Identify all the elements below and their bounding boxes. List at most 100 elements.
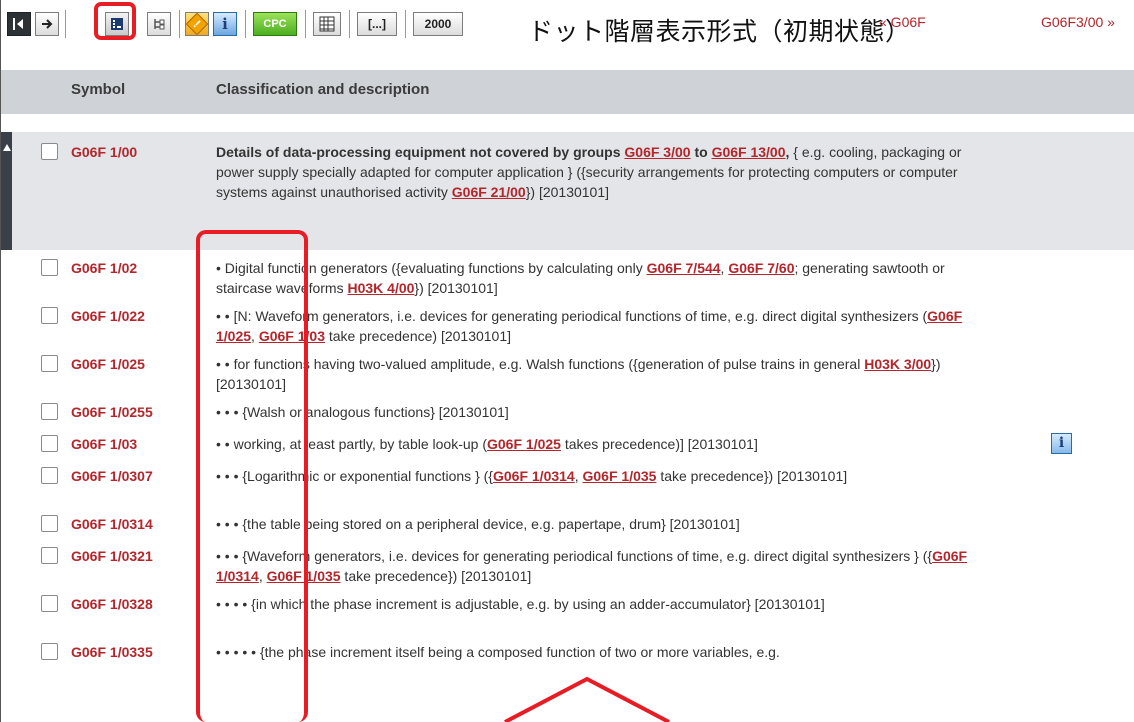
arrow-right-icon bbox=[42, 19, 53, 29]
description-text: • • • {Waveform generators, i.e. devices… bbox=[216, 548, 933, 564]
classification-symbol-link[interactable]: G06F 1/0307 bbox=[71, 468, 153, 484]
classification-symbol-link[interactable]: G06F 1/025 bbox=[71, 356, 145, 372]
reference-link[interactable]: G06F 1/025 bbox=[487, 436, 561, 452]
reference-link[interactable]: G06F 7/544 bbox=[647, 260, 721, 276]
classification-symbol-link[interactable]: G06F 1/0255 bbox=[71, 404, 153, 420]
reference-link[interactable]: G06F 1/035 bbox=[583, 468, 657, 484]
year-label: 2000 bbox=[424, 17, 452, 31]
reference-link[interactable]: G06F 1/035 bbox=[267, 568, 341, 584]
collapse-button[interactable] bbox=[7, 12, 31, 36]
table-row[interactable]: G06F 1/022 • • [N: Waveform generators, i… bbox=[1, 298, 1134, 346]
table-header: Symbol Classification and description bbox=[0, 70, 1134, 114]
classification-description: • • • • {in which the phase increment is… bbox=[216, 594, 994, 614]
info-icon[interactable]: i bbox=[1051, 433, 1072, 454]
row-checkbox[interactable] bbox=[41, 403, 58, 420]
description-text: take precedence}) [20130101] bbox=[656, 468, 848, 484]
classification-symbol-link[interactable]: G06F 1/0335 bbox=[71, 644, 153, 660]
classification-symbol-link[interactable]: G06F 1/02 bbox=[71, 260, 137, 276]
table-row[interactable]: G06F 1/0335 • • • • • {the phase incremen… bbox=[1, 634, 1134, 674]
row-checkbox[interactable] bbox=[41, 307, 58, 324]
symbol-column-header[interactable]: Symbol bbox=[71, 81, 125, 98]
classification-symbol-link[interactable]: G06F 1/00 bbox=[71, 144, 137, 160]
toolbar-separator bbox=[65, 10, 66, 38]
table-row[interactable]: G06F 1/00 Details of data-processing equi… bbox=[1, 132, 1134, 250]
reference-link[interactable]: G06F 7/60 bbox=[728, 260, 794, 276]
next-arrow-button[interactable] bbox=[35, 12, 59, 36]
description-text: • • [N: Waveform generators, i.e. device… bbox=[216, 308, 928, 324]
reference-link[interactable]: H03K 4/00 bbox=[347, 280, 414, 296]
toolbar-separator bbox=[349, 10, 350, 38]
classification-symbol-link[interactable]: G06F 1/0328 bbox=[71, 596, 153, 612]
classification-description: • • • • • {the phase increment itself be… bbox=[216, 642, 994, 662]
row-checkbox[interactable] bbox=[41, 467, 58, 484]
row-checkbox[interactable] bbox=[41, 355, 58, 372]
next-group-link[interactable]: G06F3/00 » bbox=[1041, 14, 1115, 30]
version-2000-button[interactable]: 2000 bbox=[413, 12, 463, 36]
description-text: }) [20130101] bbox=[525, 184, 610, 200]
table-row[interactable]: G06F 1/0321 • • • {Waveform generators, i… bbox=[1, 538, 1134, 586]
description-text: • • for functions having two-valued ampl… bbox=[216, 356, 865, 372]
description-column-header[interactable]: Classification and description bbox=[216, 81, 429, 98]
scroll-up-button[interactable] bbox=[1, 132, 12, 250]
classification-description: • • working, at least partly, by table l… bbox=[216, 434, 994, 454]
table-row[interactable]: G06F 1/0314 • • • {the table being stored… bbox=[1, 506, 1134, 538]
warning-button[interactable]: ! bbox=[185, 12, 209, 36]
classification-description: • • • {Logarithmic or exponential functi… bbox=[216, 466, 994, 486]
description-text: • • • {Logarithmic or exponential functi… bbox=[216, 468, 493, 484]
row-checkbox[interactable] bbox=[41, 595, 58, 612]
description-text: , bbox=[258, 568, 267, 584]
classification-description: • • • {Waveform generators, i.e. devices… bbox=[216, 546, 994, 586]
cpc-button[interactable]: CPC bbox=[253, 12, 297, 36]
row-checkbox[interactable] bbox=[41, 259, 58, 276]
toolbar-separator bbox=[179, 10, 180, 38]
list-spacer bbox=[1, 114, 1134, 132]
tree-icon bbox=[154, 19, 165, 30]
row-checkbox[interactable] bbox=[41, 435, 58, 452]
cpc-label: CPC bbox=[263, 18, 287, 30]
info-button[interactable]: i bbox=[213, 12, 237, 36]
ellipsis-label: [...] bbox=[368, 17, 386, 31]
reference-link[interactable]: G06F 13/00 bbox=[712, 144, 786, 160]
toolbar-separator bbox=[305, 10, 306, 38]
classification-symbol-link[interactable]: G06F 1/03 bbox=[71, 436, 137, 452]
warning-icon: ! bbox=[185, 12, 209, 36]
expand-text-button[interactable]: [...] bbox=[357, 12, 397, 36]
reference-link[interactable]: G06F 3/00 bbox=[624, 144, 690, 160]
table-view-button[interactable] bbox=[313, 12, 341, 36]
classification-description: • Digital function generators ({evaluati… bbox=[216, 258, 994, 298]
view-caption: ドット階層表示形式（初期状態） bbox=[528, 17, 911, 46]
table-row[interactable]: G06F 1/03 • • working, at least partly, b… bbox=[1, 426, 1134, 458]
description-text: }) [20130101] bbox=[414, 280, 498, 296]
classification-symbol-link[interactable]: G06F 1/022 bbox=[71, 308, 145, 324]
tree-view-button[interactable] bbox=[147, 12, 171, 36]
description-text: , bbox=[574, 468, 583, 484]
row-checkbox[interactable] bbox=[41, 643, 58, 660]
reference-link[interactable]: G06F 1/0314 bbox=[493, 468, 575, 484]
classification-symbol-link[interactable]: G06F 1/0314 bbox=[71, 516, 153, 532]
description-text: • • • {Walsh or analogous functions} [20… bbox=[216, 404, 509, 420]
row-checkbox[interactable] bbox=[41, 515, 58, 532]
table-row[interactable]: G06F 1/0255 • • • {Walsh or analogous fun… bbox=[1, 394, 1134, 426]
row-checkbox[interactable] bbox=[41, 547, 58, 564]
reference-link[interactable]: G06F 1/03 bbox=[259, 328, 325, 344]
table-row[interactable]: G06F 1/025 • • for functions having two-v… bbox=[1, 346, 1134, 394]
description-text: • • • {the table being stored on a perip… bbox=[216, 516, 740, 532]
description-text: to bbox=[690, 144, 712, 160]
reference-link[interactable]: G06F 21/00 bbox=[452, 184, 526, 200]
table-row[interactable]: G06F 1/02 • Digital function generators (… bbox=[1, 250, 1134, 298]
toolbar-separator bbox=[245, 10, 246, 38]
reference-link[interactable]: H03K 3/00 bbox=[864, 356, 931, 372]
classification-description: Details of data-processing equipment not… bbox=[216, 142, 994, 202]
prev-group-link[interactable]: « G06F bbox=[879, 14, 926, 30]
view-mode-highlight bbox=[94, 2, 136, 40]
grid-icon bbox=[319, 16, 335, 32]
table-row[interactable]: G06F 1/0307 • • • {Logarithmic or exponen… bbox=[1, 458, 1134, 506]
classification-description: • • for functions having two-valued ampl… bbox=[216, 354, 994, 394]
row-checkbox[interactable] bbox=[41, 143, 58, 160]
table-row[interactable]: G06F 1/0328 • • • • {in which the phase i… bbox=[1, 586, 1134, 634]
classification-description: • • • {Walsh or analogous functions} [20… bbox=[216, 402, 994, 422]
info-icon: i bbox=[222, 15, 228, 33]
classification-symbol-link[interactable]: G06F 1/0321 bbox=[71, 548, 153, 564]
description-text: takes precedence)] [20130101] bbox=[560, 436, 758, 452]
classification-list: G06F 1/00 Details of data-processing equi… bbox=[0, 114, 1134, 722]
